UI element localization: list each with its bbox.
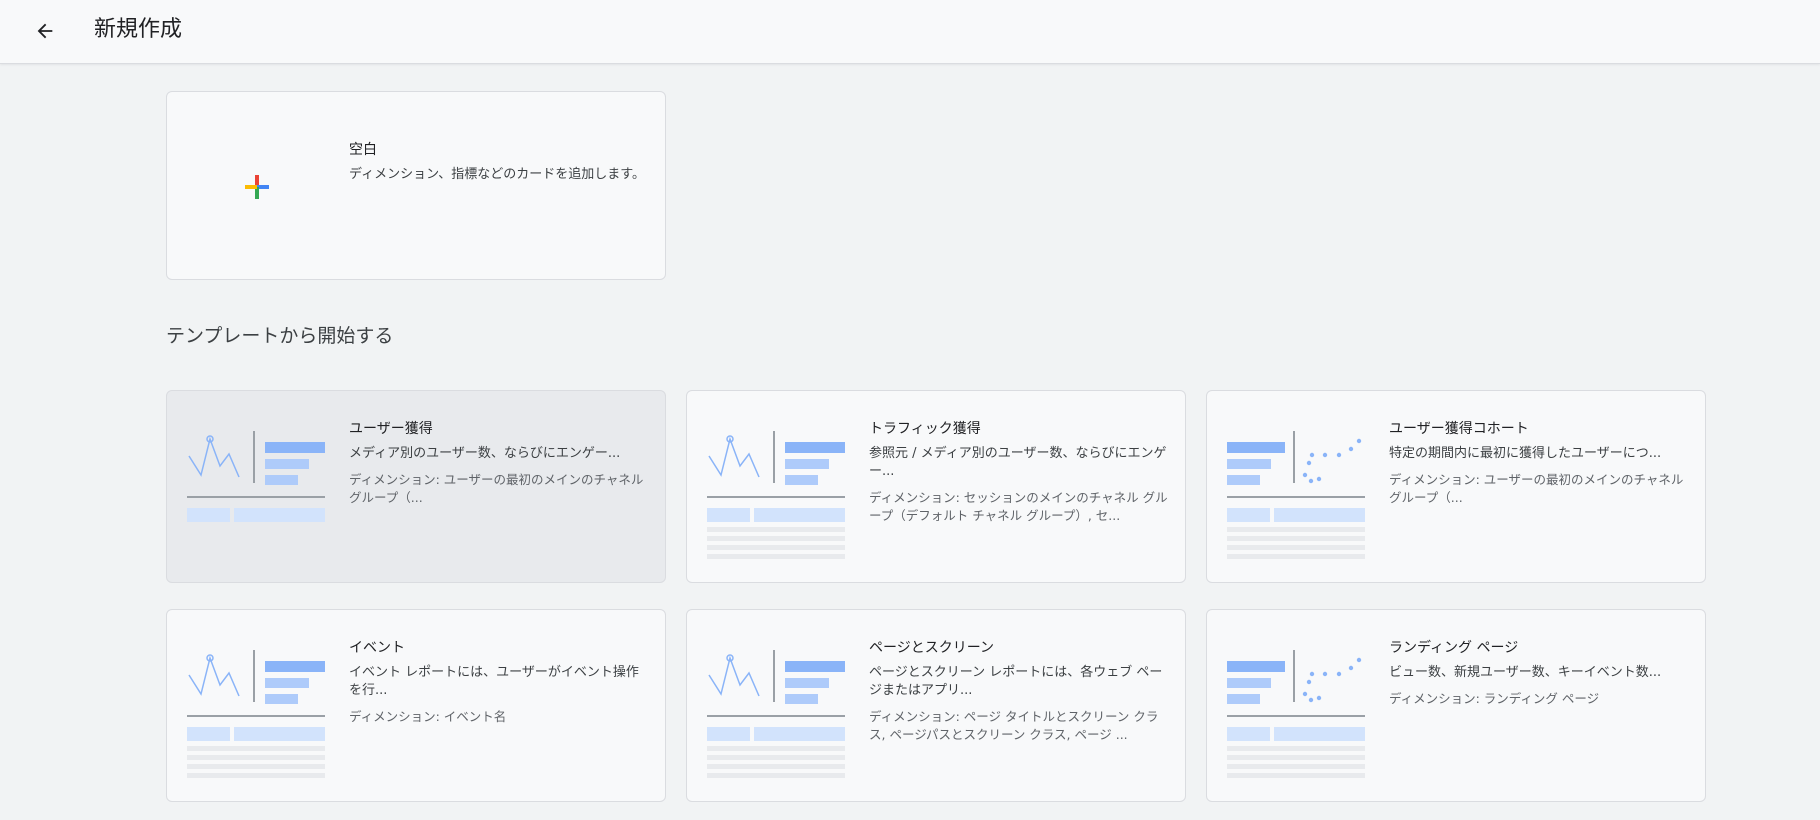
line-chart-thumbnail: [187, 650, 325, 778]
scatter-chart-thumbnail: [1227, 431, 1365, 559]
template-title: ユーザー獲得: [349, 421, 433, 437]
template-title: ページとスクリーン: [869, 640, 995, 656]
back-button[interactable]: [26, 12, 64, 50]
blank-report-card[interactable]: 空白 ディメンション、指標などのカードを追加します。: [166, 91, 666, 280]
line-chart-thumbnail: [187, 431, 325, 522]
template-description: 特定の期間内に最初に獲得したユーザーにつ...: [1389, 446, 1662, 461]
template-title: イベント: [349, 640, 405, 656]
template-card-user-acquisition[interactable]: ユーザー獲得 メディア別のユーザー数、ならびにエンゲー... ディメンション: …: [166, 390, 666, 583]
template-card-traffic-acquisition[interactable]: トラフィック獲得 参照元 / メディア別のユーザー数、ならびにエンゲー... デ…: [686, 390, 1186, 583]
template-title: トラフィック獲得: [869, 421, 981, 437]
template-dimensions: ディメンション: ランディング ページ: [1389, 691, 1600, 706]
line-chart-thumbnail: [707, 431, 845, 559]
template-dimensions: ディメンション: セッションのメインのチャネル グループ（デフォルト チャネル …: [869, 490, 1168, 523]
colorful-plus-icon: [245, 175, 269, 199]
template-dimensions: ディメンション: ユーザーの最初のメインのチャネル グループ（...: [1389, 472, 1684, 505]
top-app-bar: 新規作成: [0, 0, 1820, 64]
line-chart-thumbnail: [707, 650, 845, 778]
page-title: 新規作成: [94, 17, 183, 42]
template-description: イベント レポートには、ユーザーがイベント操作を行...: [349, 665, 639, 698]
template-description: ビュー数、新規ユーザー数、キーイベント数...: [1389, 665, 1662, 680]
template-description: 参照元 / メディア別のユーザー数、ならびにエンゲー...: [869, 446, 1167, 479]
scatter-chart-thumbnail: [1227, 650, 1365, 778]
template-description: メディア別のユーザー数、ならびにエンゲー...: [349, 446, 621, 461]
blank-card-title: 空白: [349, 142, 377, 158]
template-dimensions: ディメンション: イベント名: [349, 709, 507, 724]
template-title: ユーザー獲得コホート: [1389, 421, 1529, 437]
template-dimensions: ディメンション: ページ タイトルとスクリーン クラス, ページパスとスクリーン…: [869, 709, 1159, 742]
template-title: ランディング ページ: [1389, 640, 1519, 656]
template-card-user-acquisition-cohort[interactable]: ユーザー獲得コホート 特定の期間内に最初に獲得したユーザーにつ... ディメンシ…: [1206, 390, 1706, 583]
blank-card-description: ディメンション、指標などのカードを追加します。: [349, 167, 646, 182]
arrow-back-icon: [37, 23, 53, 39]
template-card-events[interactable]: イベント イベント レポートには、ユーザーがイベント操作を行... ディメンショ…: [166, 609, 666, 802]
template-card-landing-page[interactable]: ランディング ページ ビュー数、新規ユーザー数、キーイベント数... ディメンシ…: [1206, 609, 1706, 802]
template-dimensions: ディメンション: ユーザーの最初のメインのチャネル グループ（...: [349, 472, 644, 505]
template-card-pages-and-screens[interactable]: ページとスクリーン ページとスクリーン レポートには、各ウェブ ページまたはアプ…: [686, 609, 1186, 802]
template-description: ページとスクリーン レポートには、各ウェブ ページまたはアプリ...: [869, 665, 1163, 698]
templates-section-heading: テンプレートから開始する: [166, 325, 394, 347]
